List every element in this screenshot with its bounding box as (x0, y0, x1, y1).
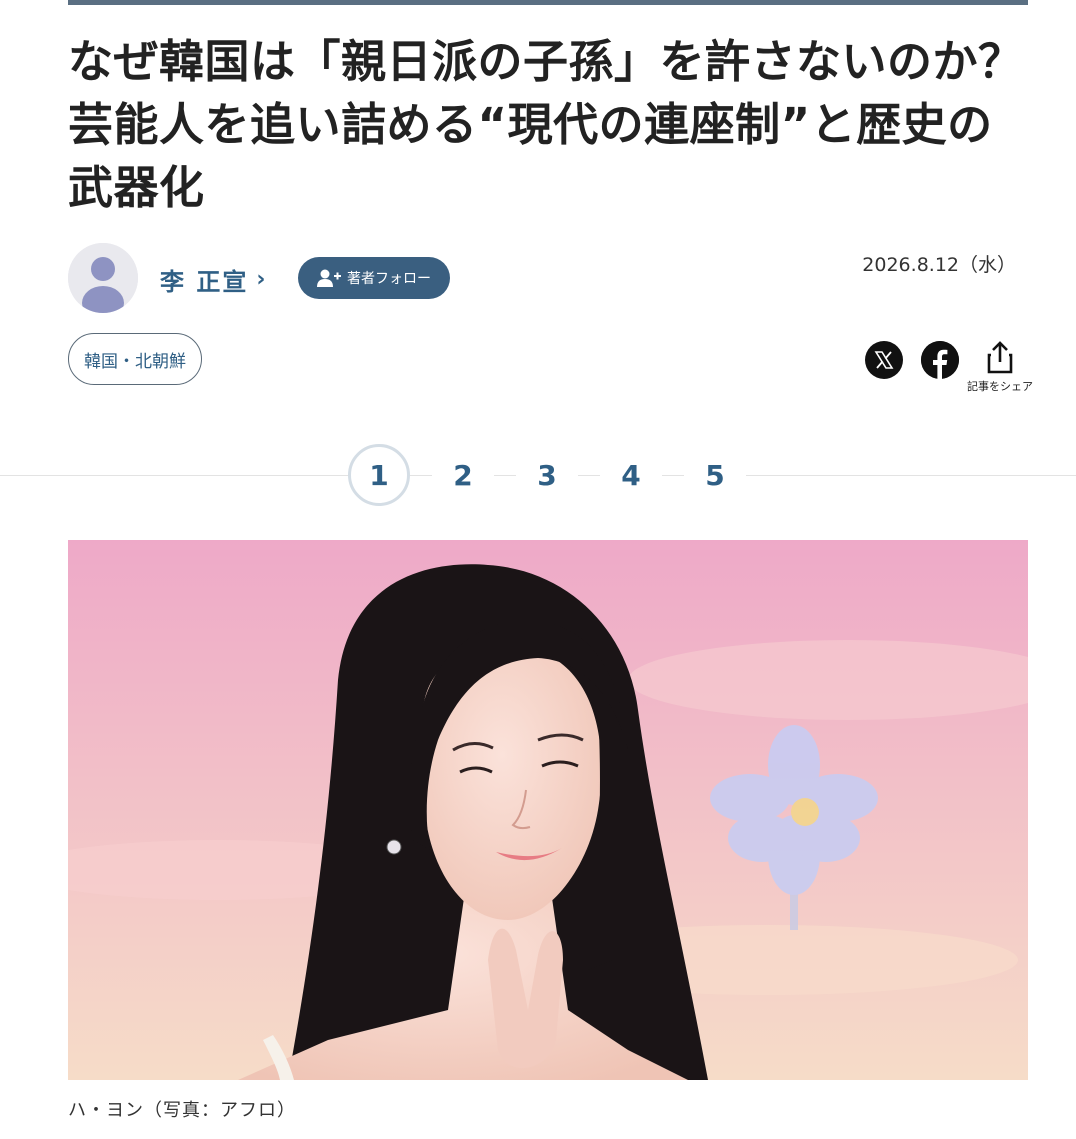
author-link[interactable]: 李 正宣 › (160, 262, 265, 297)
top-rule (68, 0, 1028, 5)
author-avatar[interactable] (68, 243, 138, 313)
share-facebook-button[interactable] (921, 341, 959, 379)
share-icon (987, 341, 1013, 374)
pager-spacer (410, 475, 432, 476)
article-title: なぜ韓国は「親日派の子孫」を許さないのか？芸能人を追い詰める“現代の連座制”と歴… (68, 35, 1024, 214)
follow-label: 著者フォロー (347, 271, 431, 287)
pager-spacer (662, 475, 684, 476)
facebook-logo-icon (921, 341, 959, 379)
share-article-button[interactable]: 記事をシェア (962, 340, 1038, 394)
page-1[interactable]: 1 (348, 444, 410, 506)
article-photo (68, 540, 1028, 1080)
page-3[interactable]: 3 (516, 444, 578, 506)
page-4[interactable]: 4 (600, 444, 662, 506)
pager-spacer (578, 475, 600, 476)
author-name[interactable]: 李 正宣 (160, 262, 248, 297)
person-avatar-icon (68, 243, 138, 313)
x-logo-icon (874, 351, 894, 369)
share-label: 記事をシェア (967, 380, 1033, 393)
photo-caption: ハ・ヨン（写真：アフロ） (68, 1100, 296, 1121)
page-2[interactable]: 2 (432, 444, 494, 506)
person-add-icon (317, 269, 341, 287)
chevron-right-icon: › (256, 267, 266, 292)
follow-author-button[interactable]: 著者フォロー (298, 257, 450, 299)
pagination: 1 2 3 4 5 (348, 444, 746, 506)
category-tag[interactable]: 韓国・北朝鮮 (68, 333, 202, 385)
pager-spacer (494, 475, 516, 476)
publish-date: 2026.8.12（水） (862, 254, 1016, 276)
share-x-button[interactable] (865, 341, 903, 379)
page-5[interactable]: 5 (684, 444, 746, 506)
